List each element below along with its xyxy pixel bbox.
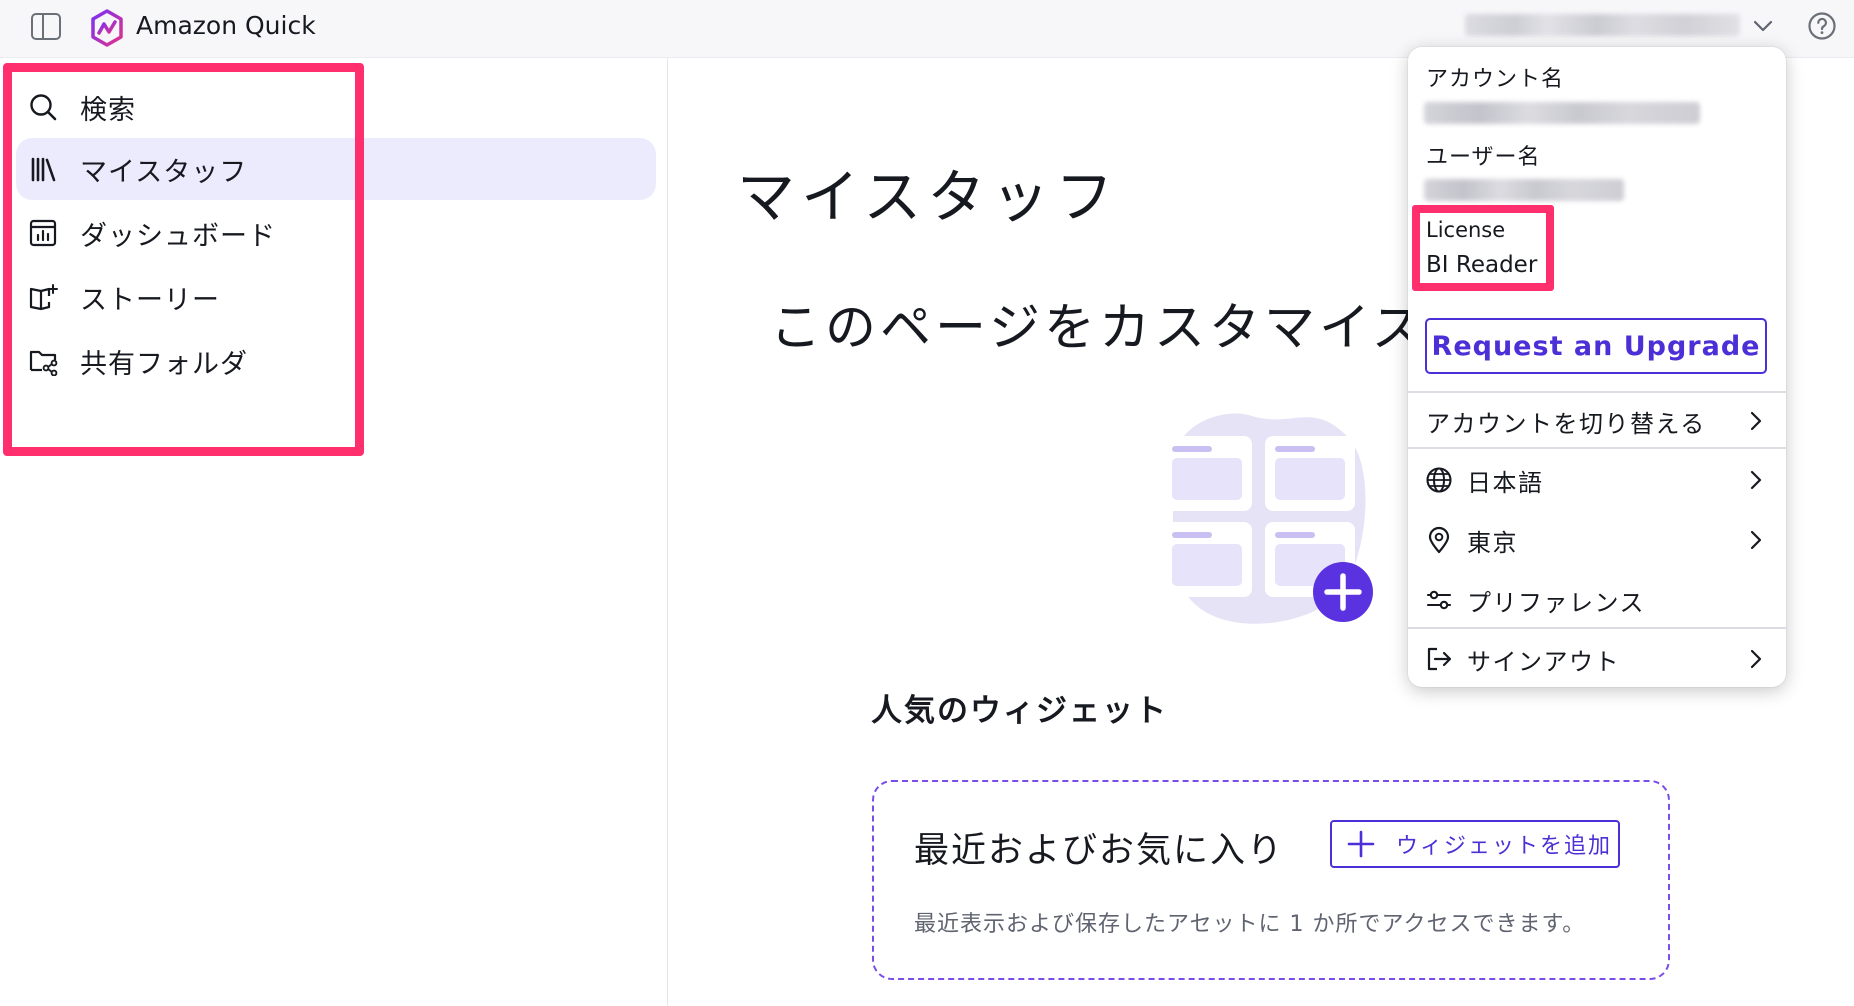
widget-card-description: 最近表示および保存したアセットに 1 か所でアクセスできます。 <box>914 912 1586 937</box>
search-icon <box>30 94 57 121</box>
shared-folder-icon <box>29 350 58 376</box>
chevron-down-icon[interactable] <box>1751 14 1775 38</box>
sign-out-icon <box>1427 647 1452 671</box>
sidebar-item-label: ストーリー <box>80 284 220 316</box>
chevron-right-icon <box>1750 530 1762 550</box>
language-label: 日本語 <box>1467 468 1544 497</box>
switch-account-item[interactable]: アカウントを切り替える <box>1408 393 1786 449</box>
add-widget-button[interactable]: ウィジェットを追加 <box>1330 820 1620 868</box>
language-item[interactable]: 日本語 <box>1408 452 1786 508</box>
user-name-value <box>1424 179 1624 201</box>
plus-icon <box>1347 830 1375 858</box>
library-icon <box>31 157 56 182</box>
widget-card-title: 最近およびお気に入り <box>914 831 1285 871</box>
account-name-label: アカウント名 <box>1426 67 1565 92</box>
sidebar-item-label: マイスタッフ <box>80 156 248 188</box>
sidebar-item-search[interactable]: 検索 <box>16 76 656 138</box>
switch-account-label: アカウントを切り替える <box>1426 409 1706 438</box>
menu-divider <box>1408 447 1786 449</box>
widgets-illustration <box>1162 413 1373 624</box>
sidebar-item-dashboard[interactable]: ダッシュボード <box>16 202 656 264</box>
account-menu: アカウント名 ユーザー名 License BI Reader Request a… <box>1408 47 1786 687</box>
sidebar-toggle-icon[interactable] <box>31 13 61 40</box>
dashboard-icon <box>29 219 57 247</box>
chevron-right-icon <box>1750 411 1762 431</box>
sidebar: 検索 マイスタッフ ダッシュボード ストーリー 共有フォルダ <box>0 58 668 1006</box>
globe-icon <box>1426 467 1452 493</box>
user-name-label: ユーザー名 <box>1426 145 1541 170</box>
sidebar-item-label: 共有フォルダ <box>80 348 248 380</box>
preferences-item[interactable]: プリファレンス <box>1408 572 1786 628</box>
sign-out-label: サインアウト <box>1467 647 1620 676</box>
preferences-label: プリファレンス <box>1467 588 1646 617</box>
region-label: 東京 <box>1467 528 1518 557</box>
sidebar-item-my-stuff[interactable]: マイスタッフ <box>16 138 656 200</box>
sidebar-item-label: 検索 <box>80 94 136 126</box>
account-selector[interactable] <box>1465 14 1740 36</box>
sidebar-item-stories[interactable]: ストーリー <box>16 266 656 328</box>
location-pin-icon <box>1428 526 1450 554</box>
app-title: Amazon Quick <box>136 11 316 40</box>
customize-heading: このページをカスタマイズ <box>770 299 1428 358</box>
chevron-right-icon <box>1750 649 1762 669</box>
sliders-icon <box>1426 590 1452 610</box>
popular-widgets-heading: 人気のウィジェット <box>871 693 1168 729</box>
request-upgrade-button[interactable]: Request an Upgrade <box>1425 318 1767 374</box>
menu-divider <box>1408 627 1786 629</box>
account-name-value <box>1424 102 1700 124</box>
help-icon[interactable] <box>1807 11 1837 41</box>
widget-card-recent-favorites: 最近およびお気に入り ウィジェットを追加 最近表示および保存したアセットに 1 … <box>872 780 1670 980</box>
sign-out-item[interactable]: サインアウト <box>1408 631 1786 687</box>
sidebar-item-shared-folders[interactable]: 共有フォルダ <box>16 330 656 392</box>
chevron-right-icon <box>1750 470 1762 490</box>
region-item[interactable]: 東京 <box>1408 512 1786 568</box>
amazon-quick-logo <box>91 9 123 47</box>
license-label: License <box>1426 218 1506 242</box>
sidebar-item-label: ダッシュボード <box>80 220 276 252</box>
license-value: BI Reader <box>1426 252 1538 278</box>
story-icon <box>29 284 58 311</box>
add-widget-label: ウィジェットを追加 <box>1396 834 1613 859</box>
page-title: マイスタッフ <box>737 163 1120 231</box>
